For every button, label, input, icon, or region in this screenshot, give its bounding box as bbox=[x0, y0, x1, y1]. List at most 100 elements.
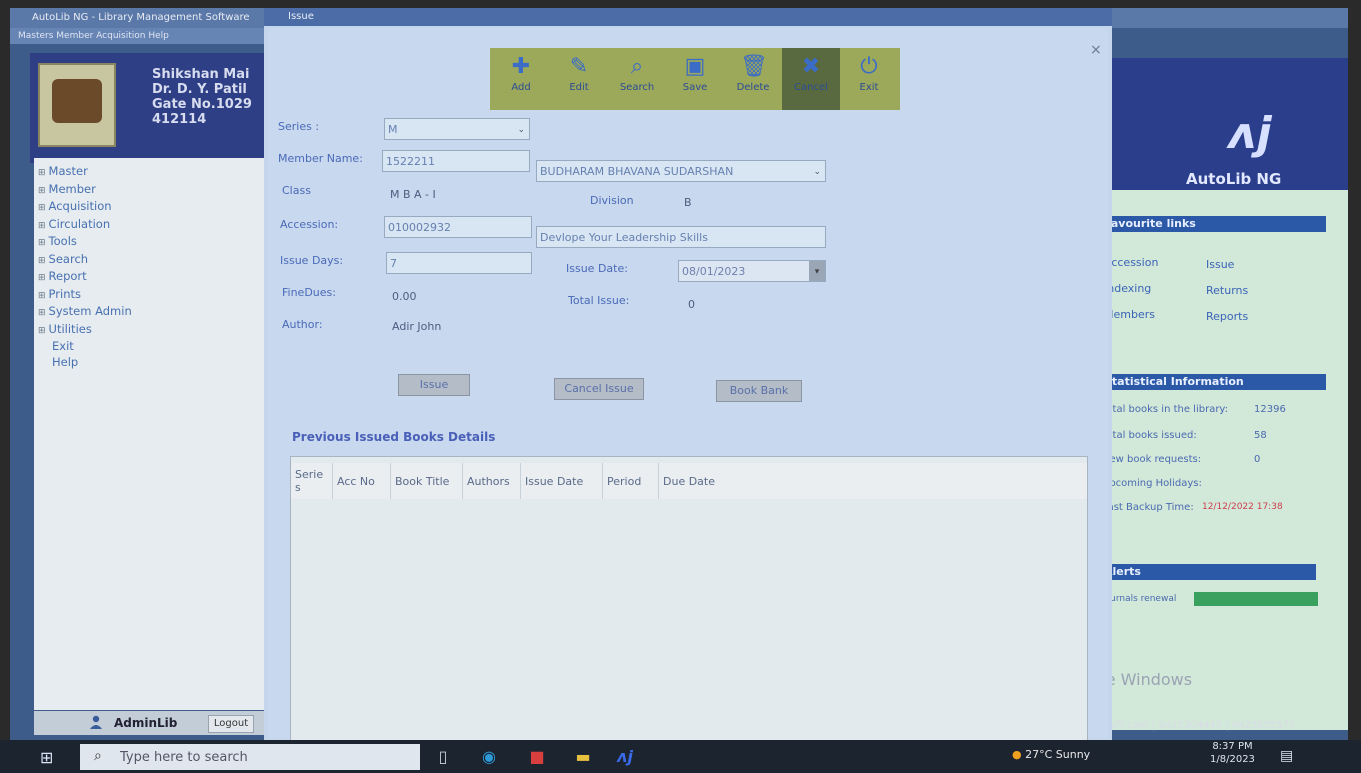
app-red-icon[interactable]: ■ bbox=[526, 746, 548, 768]
sidebar-item-exit[interactable]: Exit bbox=[38, 339, 276, 355]
expand-icon[interactable]: ⊞ bbox=[38, 308, 46, 318]
sidebar-item-utilities[interactable]: ⊞ Utilities bbox=[38, 322, 276, 340]
column-header-due-date[interactable]: Due Date bbox=[659, 463, 739, 499]
alert-label: Journals renewal bbox=[1102, 594, 1177, 604]
expand-icon[interactable]: ⊞ bbox=[38, 291, 46, 301]
user-icon bbox=[90, 715, 102, 729]
link-reports[interactable]: Reports bbox=[1206, 310, 1248, 323]
class-value: M B A - I bbox=[390, 188, 436, 201]
calendar-dropdown-icon[interactable]: ▾ bbox=[809, 261, 825, 281]
sidebar-item-label: Report bbox=[48, 269, 87, 283]
sidebar-item-circulation[interactable]: ⊞ Circulation bbox=[38, 217, 276, 235]
column-header-series[interactable]: Serie s bbox=[291, 463, 333, 499]
division-value: B bbox=[684, 196, 692, 209]
sidebar-item-report[interactable]: ⊞ Report bbox=[38, 269, 276, 287]
main-title: AutoLib NG - Library Management Software bbox=[32, 12, 250, 23]
add-icon: ✚ bbox=[511, 54, 531, 79]
sidebar-item-prints[interactable]: ⊞ Prints bbox=[38, 287, 276, 305]
toolbar-button-label: Cancel bbox=[794, 82, 828, 93]
stat-backup-value: 12/12/2022 17:38 bbox=[1202, 502, 1283, 512]
member-name-select[interactable]: BUDHARAM BHAVANA SUDARSHAN ⌄ bbox=[536, 160, 826, 182]
toolbar-exit-button[interactable]: ⏻ Exit bbox=[840, 48, 898, 110]
sidebar-item-member[interactable]: ⊞ Member bbox=[38, 182, 276, 200]
member-code-field[interactable]: 1522211 bbox=[382, 150, 530, 172]
toolbar-add-button[interactable]: ✚ Add bbox=[492, 48, 550, 110]
link-returns[interactable]: Returns bbox=[1206, 284, 1248, 297]
sidebar-item-search[interactable]: ⊞ Search bbox=[38, 252, 276, 270]
weather-widget[interactable]: ● 27°C Sunny bbox=[1012, 748, 1090, 761]
previous-issued-grid[interactable]: Serie s Acc No Book Title Authors Issue … bbox=[290, 456, 1088, 748]
alerts-heading: Alerts bbox=[1098, 564, 1316, 580]
sidebar: ⊞ Master ⊞ Member ⊞ Acquisition ⊞ Circulation ⊞ T… bbox=[34, 158, 276, 710]
accession-label: Accession: bbox=[280, 218, 339, 231]
toolbar-delete-button[interactable]: 🗑 Delete bbox=[724, 48, 782, 110]
sidebar-item-acquisition[interactable]: ⊞ Acquisition bbox=[38, 199, 276, 217]
column-header-authors[interactable]: Authors bbox=[463, 463, 521, 499]
sidebar-item-label: System Admin bbox=[48, 304, 132, 318]
previous-issued-heading: Previous Issued Books Details bbox=[292, 430, 496, 444]
toolbar-button-label: Search bbox=[619, 82, 655, 93]
file-explorer-icon[interactable]: ▬ bbox=[572, 746, 594, 768]
dialog-close-icon[interactable]: × bbox=[1090, 42, 1102, 58]
accession-field[interactable]: 010002932 bbox=[384, 216, 532, 238]
toolbar-button-label: Delete bbox=[736, 82, 770, 93]
stat-requests-label: New book requests: bbox=[1102, 454, 1202, 465]
institution-logo bbox=[38, 63, 116, 147]
edge-icon[interactable]: ◉ bbox=[478, 746, 500, 768]
sidebar-item-master[interactable]: ⊞ Master bbox=[38, 164, 276, 182]
delete-icon: 🗑 bbox=[740, 54, 768, 79]
author-value: Adir John bbox=[392, 320, 442, 333]
taskbar-search-box[interactable]: ⌕ Type here to search bbox=[80, 744, 420, 770]
book-title-field[interactable]: Devlope Your Leadership Skills bbox=[536, 226, 826, 248]
expand-icon[interactable]: ⊞ bbox=[38, 168, 46, 178]
series-select[interactable]: M ⌄ bbox=[384, 118, 530, 140]
link-issue[interactable]: Issue bbox=[1206, 258, 1234, 271]
toolbar-edit-button[interactable]: ✎ Edit bbox=[550, 48, 608, 110]
column-header-issue-date[interactable]: Issue Date bbox=[521, 463, 603, 499]
expand-icon[interactable]: ⊞ bbox=[38, 186, 46, 196]
cancel-icon: ✖ bbox=[801, 54, 821, 79]
user-bar: AdminLib Logout bbox=[34, 711, 276, 735]
sidebar-item-system-admin[interactable]: ⊞ System Admin bbox=[38, 304, 276, 322]
windows-start-icon[interactable]: ⊞ bbox=[40, 748, 62, 767]
fine-dues-value: 0.00 bbox=[392, 290, 417, 303]
task-view-icon[interactable]: ▯ bbox=[432, 746, 454, 768]
division-label: Division bbox=[590, 194, 634, 207]
windows-taskbar: ⊞ ⌕ Type here to search ▯ ◉ ■ ▬ ʌj ● 27°… bbox=[0, 740, 1361, 773]
logout-button[interactable]: Logout bbox=[208, 715, 254, 733]
link-accession[interactable]: Accession bbox=[1104, 256, 1158, 269]
book-bank-button[interactable]: Book Bank bbox=[716, 380, 802, 402]
stat-issued-value: 58 bbox=[1254, 430, 1267, 441]
issue-date-picker[interactable]: 08/01/2023 ▾ bbox=[678, 260, 826, 282]
expand-icon[interactable]: ⊞ bbox=[38, 203, 46, 213]
column-header-period[interactable]: Period bbox=[603, 463, 659, 499]
column-header-book-title[interactable]: Book Title bbox=[391, 463, 463, 499]
cancel-issue-button[interactable]: Cancel Issue bbox=[554, 378, 644, 400]
expand-icon[interactable]: ⊞ bbox=[38, 238, 46, 248]
issue-days-label: Issue Days: bbox=[280, 254, 344, 267]
notification-icon[interactable]: ▤ bbox=[1280, 748, 1293, 764]
toolbar-save-button[interactable]: ▣ Save bbox=[666, 48, 724, 110]
issue-button[interactable]: Issue bbox=[398, 374, 470, 396]
exit-icon: ⏻ bbox=[860, 54, 878, 79]
stat-total-books-label: Total books in the library: bbox=[1102, 404, 1228, 415]
alert-indicator[interactable] bbox=[1194, 592, 1318, 606]
issue-days-field[interactable]: 7 bbox=[386, 252, 532, 274]
expand-icon[interactable]: ⊞ bbox=[38, 273, 46, 283]
taskbar-clock[interactable]: 8:37 PM 1/8/2023 bbox=[1210, 740, 1255, 766]
expand-icon[interactable]: ⊞ bbox=[38, 326, 46, 336]
column-header-acc-no[interactable]: Acc No bbox=[333, 463, 391, 499]
sidebar-item-label: Acquisition bbox=[48, 199, 112, 213]
autolib-taskbar-icon[interactable]: ʌj bbox=[614, 746, 636, 768]
statistics-heading: Statistical Information bbox=[1098, 374, 1326, 390]
expand-icon[interactable]: ⊞ bbox=[38, 256, 46, 266]
toolbar-search-button[interactable]: ⌕ Search bbox=[608, 48, 666, 110]
expand-icon[interactable]: ⊞ bbox=[38, 221, 46, 231]
sidebar-menu: ⊞ Master ⊞ Member ⊞ Acquisition ⊞ Circulation ⊞ T… bbox=[34, 158, 276, 370]
toolbar-cancel-button[interactable]: ✖ Cancel bbox=[782, 48, 840, 110]
main-menubar[interactable]: Masters Member Acquisition Help bbox=[10, 28, 278, 44]
sidebar-item-tools[interactable]: ⊞ Tools bbox=[38, 234, 276, 252]
series-label: Series : bbox=[278, 120, 320, 133]
toolbar-button-label: Exit bbox=[859, 82, 879, 93]
sidebar-item-help[interactable]: Help bbox=[38, 355, 276, 371]
